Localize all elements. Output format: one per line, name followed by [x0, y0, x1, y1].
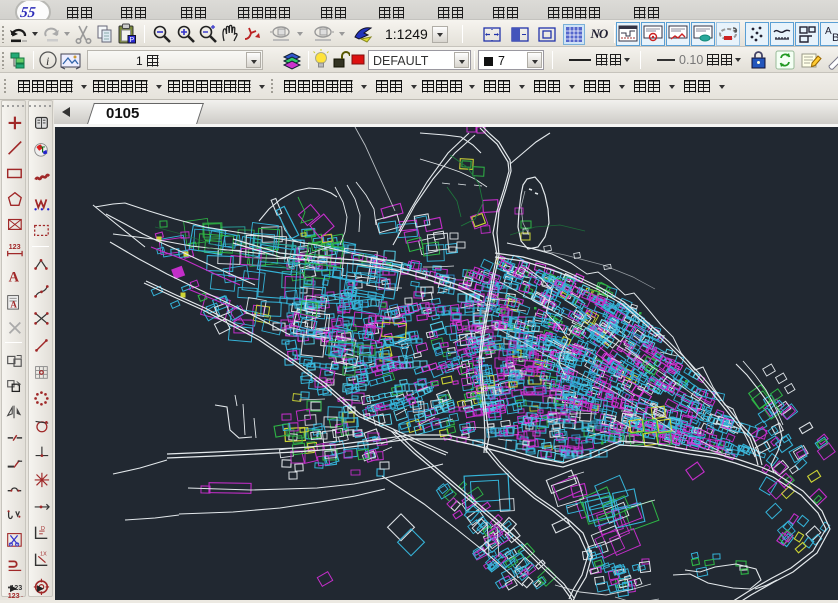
svg-text:1X: 1X — [40, 552, 47, 558]
svg-text:D: D — [41, 527, 45, 533]
svg-text:123: 123 — [8, 242, 20, 251]
svg-text:P: P — [130, 37, 135, 44]
svg-text:A: A — [10, 299, 17, 309]
svg-text:A: A — [8, 270, 19, 285]
svg-text:T: T — [40, 146, 45, 155]
svg-text:i: i — [46, 54, 49, 68]
svg-text:55: 55 — [19, 5, 37, 20]
svg-text:B: B — [832, 32, 838, 44]
svg-text:A: A — [825, 26, 832, 37]
